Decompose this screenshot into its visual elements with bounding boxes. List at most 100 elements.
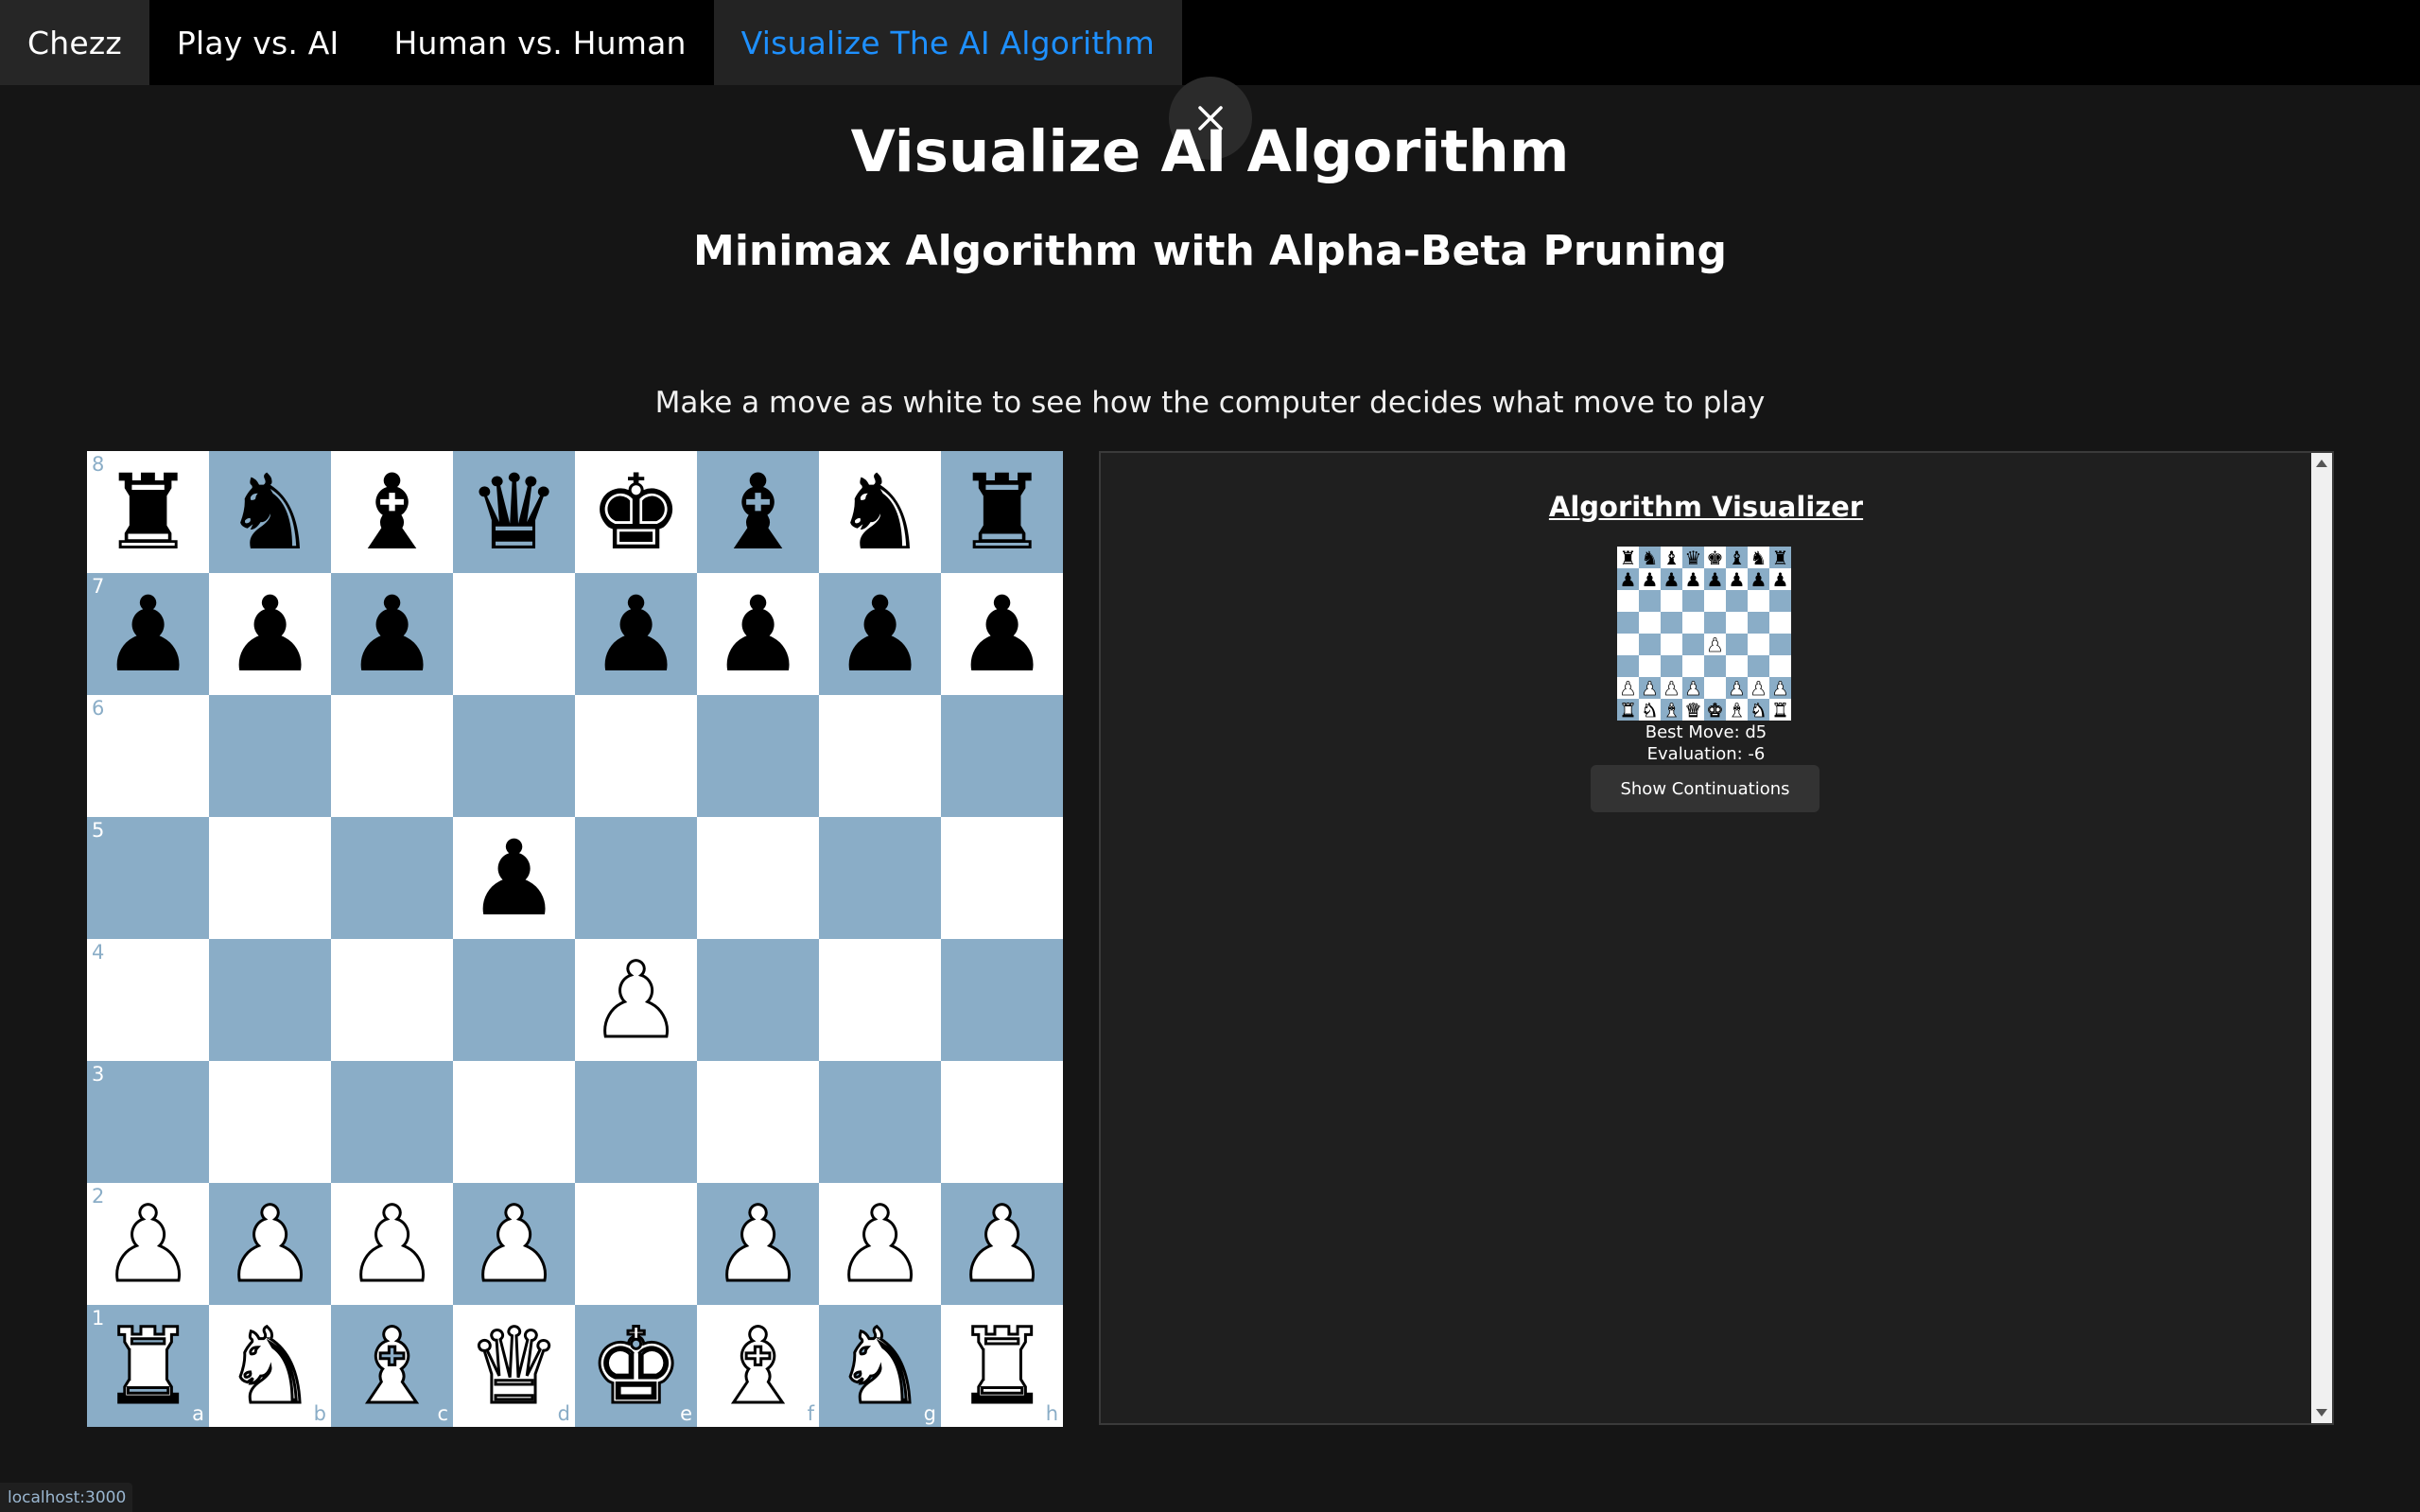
show-continuations-button[interactable]: Show Continuations xyxy=(1591,765,1819,812)
square-d1[interactable]: d ♛ xyxy=(453,1305,575,1427)
square-a1[interactable]: 1 a ♜ xyxy=(87,1305,209,1427)
square-e3[interactable] xyxy=(575,1061,697,1183)
square-c6[interactable] xyxy=(331,695,453,817)
square-f8[interactable]: ♝ xyxy=(697,451,819,573)
square-g6[interactable] xyxy=(819,695,941,817)
scroll-down-arrow-icon[interactable] xyxy=(2311,1402,2332,1423)
black-pawn-icon[interactable]: ♟ xyxy=(345,582,439,686)
panel-scrollbar[interactable] xyxy=(2311,453,2332,1423)
square-d8[interactable]: ♛ xyxy=(453,451,575,573)
white-pawn-icon[interactable]: ♟ xyxy=(222,1190,319,1297)
square-e2[interactable] xyxy=(575,1183,697,1305)
square-d7[interactable] xyxy=(453,573,575,695)
black-rook-icon[interactable]: ♜ xyxy=(955,461,1049,565)
square-f2[interactable]: ♟ xyxy=(697,1183,819,1305)
square-f1[interactable]: f ♝ xyxy=(697,1305,819,1427)
square-g2[interactable]: ♟ xyxy=(819,1183,941,1305)
square-e1[interactable]: e ♚ xyxy=(575,1305,697,1427)
square-g1[interactable]: g ♞ xyxy=(819,1305,941,1427)
square-b7[interactable]: ♟ xyxy=(209,573,331,695)
black-pawn-icon[interactable]: ♟ xyxy=(955,582,1049,686)
white-pawn-icon[interactable]: ♟ xyxy=(832,1190,929,1297)
square-g5[interactable] xyxy=(819,817,941,939)
square-e6[interactable] xyxy=(575,695,697,817)
square-h4[interactable] xyxy=(941,939,1063,1061)
square-h2[interactable]: ♟ xyxy=(941,1183,1063,1305)
square-c7[interactable]: ♟ xyxy=(331,573,453,695)
square-h5[interactable] xyxy=(941,817,1063,939)
scrollbar-track[interactable] xyxy=(2311,474,2332,1402)
square-e7[interactable]: ♟ xyxy=(575,573,697,695)
black-pawn-icon[interactable]: ♟ xyxy=(711,582,805,686)
square-b2[interactable]: ♟ xyxy=(209,1183,331,1305)
square-d3[interactable] xyxy=(453,1061,575,1183)
square-c4[interactable] xyxy=(331,939,453,1061)
square-c8[interactable]: ♝ xyxy=(331,451,453,573)
mini-chessboard[interactable]: ♜ ♞ ♝ ♛ ♚ ♝ ♞ ♜ ♟ ♟ ♟ ♟ ♟ ♟ ♟ ♟ ♟ ♟ ♟ ♟ ♟ ♟ ♟ ♟ ♜ ♞ ♝ ♛ ♚ ♝ ♞ ♜ xyxy=(1617,547,1791,721)
square-h6[interactable] xyxy=(941,695,1063,817)
square-c5[interactable] xyxy=(331,817,453,939)
black-pawn-icon[interactable]: ♟ xyxy=(833,582,927,686)
nav-play-vs-ai[interactable]: Play vs. AI xyxy=(149,0,367,85)
square-a6[interactable]: 6 xyxy=(87,695,209,817)
square-g7[interactable]: ♟ xyxy=(819,573,941,695)
square-b6[interactable] xyxy=(209,695,331,817)
square-g4[interactable] xyxy=(819,939,941,1061)
black-pawn-icon[interactable]: ♟ xyxy=(101,582,195,686)
nav-human-vs-human[interactable]: Human vs. Human xyxy=(366,0,713,85)
white-pawn-icon[interactable]: ♟ xyxy=(100,1190,197,1297)
white-pawn-icon[interactable]: ♟ xyxy=(954,1190,1051,1297)
square-a2[interactable]: 2 ♟ xyxy=(87,1183,209,1305)
square-c2[interactable]: ♟ xyxy=(331,1183,453,1305)
white-rook-icon[interactable]: ♜ xyxy=(100,1312,197,1419)
white-queen-icon[interactable]: ♛ xyxy=(466,1312,563,1419)
white-rook-icon[interactable]: ♜ xyxy=(954,1312,1051,1419)
square-h3[interactable] xyxy=(941,1061,1063,1183)
square-b3[interactable] xyxy=(209,1061,331,1183)
square-a5[interactable]: 5 xyxy=(87,817,209,939)
square-e4[interactable]: ♟ xyxy=(575,939,697,1061)
white-knight-icon[interactable]: ♞ xyxy=(222,1312,319,1419)
black-knight-icon[interactable]: ♞ xyxy=(833,461,927,565)
square-f5[interactable] xyxy=(697,817,819,939)
black-bishop-icon[interactable]: ♝ xyxy=(345,461,439,565)
square-e5[interactable] xyxy=(575,817,697,939)
white-pawn-icon[interactable]: ♟ xyxy=(466,1190,563,1297)
square-f4[interactable] xyxy=(697,939,819,1061)
white-king-icon[interactable]: ♚ xyxy=(588,1312,685,1419)
square-c1[interactable]: c ♝ xyxy=(331,1305,453,1427)
black-bishop-icon[interactable]: ♝ xyxy=(711,461,805,565)
black-queen-icon[interactable]: ♛ xyxy=(467,461,561,565)
square-d5[interactable]: ♟ xyxy=(453,817,575,939)
white-pawn-icon[interactable]: ♟ xyxy=(588,947,685,1053)
nav-visualize-ai[interactable]: Visualize The AI Algorithm xyxy=(713,0,1182,85)
square-b4[interactable] xyxy=(209,939,331,1061)
black-pawn-icon[interactable]: ♟ xyxy=(223,582,317,686)
black-pawn-icon[interactable]: ♟ xyxy=(589,582,683,686)
black-knight-icon[interactable]: ♞ xyxy=(223,461,317,565)
white-pawn-icon[interactable]: ♟ xyxy=(710,1190,807,1297)
square-f7[interactable]: ♟ xyxy=(697,573,819,695)
square-d2[interactable]: ♟ xyxy=(453,1183,575,1305)
square-b1[interactable]: b ♞ xyxy=(209,1305,331,1427)
square-c3[interactable] xyxy=(331,1061,453,1183)
square-h7[interactable]: ♟ xyxy=(941,573,1063,695)
square-a8[interactable]: 8 ♜ xyxy=(87,451,209,573)
scroll-up-arrow-icon[interactable] xyxy=(2311,453,2332,474)
black-pawn-icon[interactable]: ♟ xyxy=(467,826,561,930)
square-h1[interactable]: h ♜ xyxy=(941,1305,1063,1427)
square-a7[interactable]: 7 ♟ xyxy=(87,573,209,695)
square-f3[interactable] xyxy=(697,1061,819,1183)
square-d4[interactable] xyxy=(453,939,575,1061)
square-h8[interactable]: ♜ xyxy=(941,451,1063,573)
square-f6[interactable] xyxy=(697,695,819,817)
square-b8[interactable]: ♞ xyxy=(209,451,331,573)
square-a4[interactable]: 4 xyxy=(87,939,209,1061)
square-a3[interactable]: 3 xyxy=(87,1061,209,1183)
nav-brand-chezz[interactable]: Chezz xyxy=(0,0,149,85)
square-e8[interactable]: ♚ xyxy=(575,451,697,573)
black-rook-icon[interactable]: ♜ xyxy=(101,461,195,565)
black-king-icon[interactable]: ♚ xyxy=(589,461,683,565)
square-g8[interactable]: ♞ xyxy=(819,451,941,573)
white-knight-icon[interactable]: ♞ xyxy=(832,1312,929,1419)
